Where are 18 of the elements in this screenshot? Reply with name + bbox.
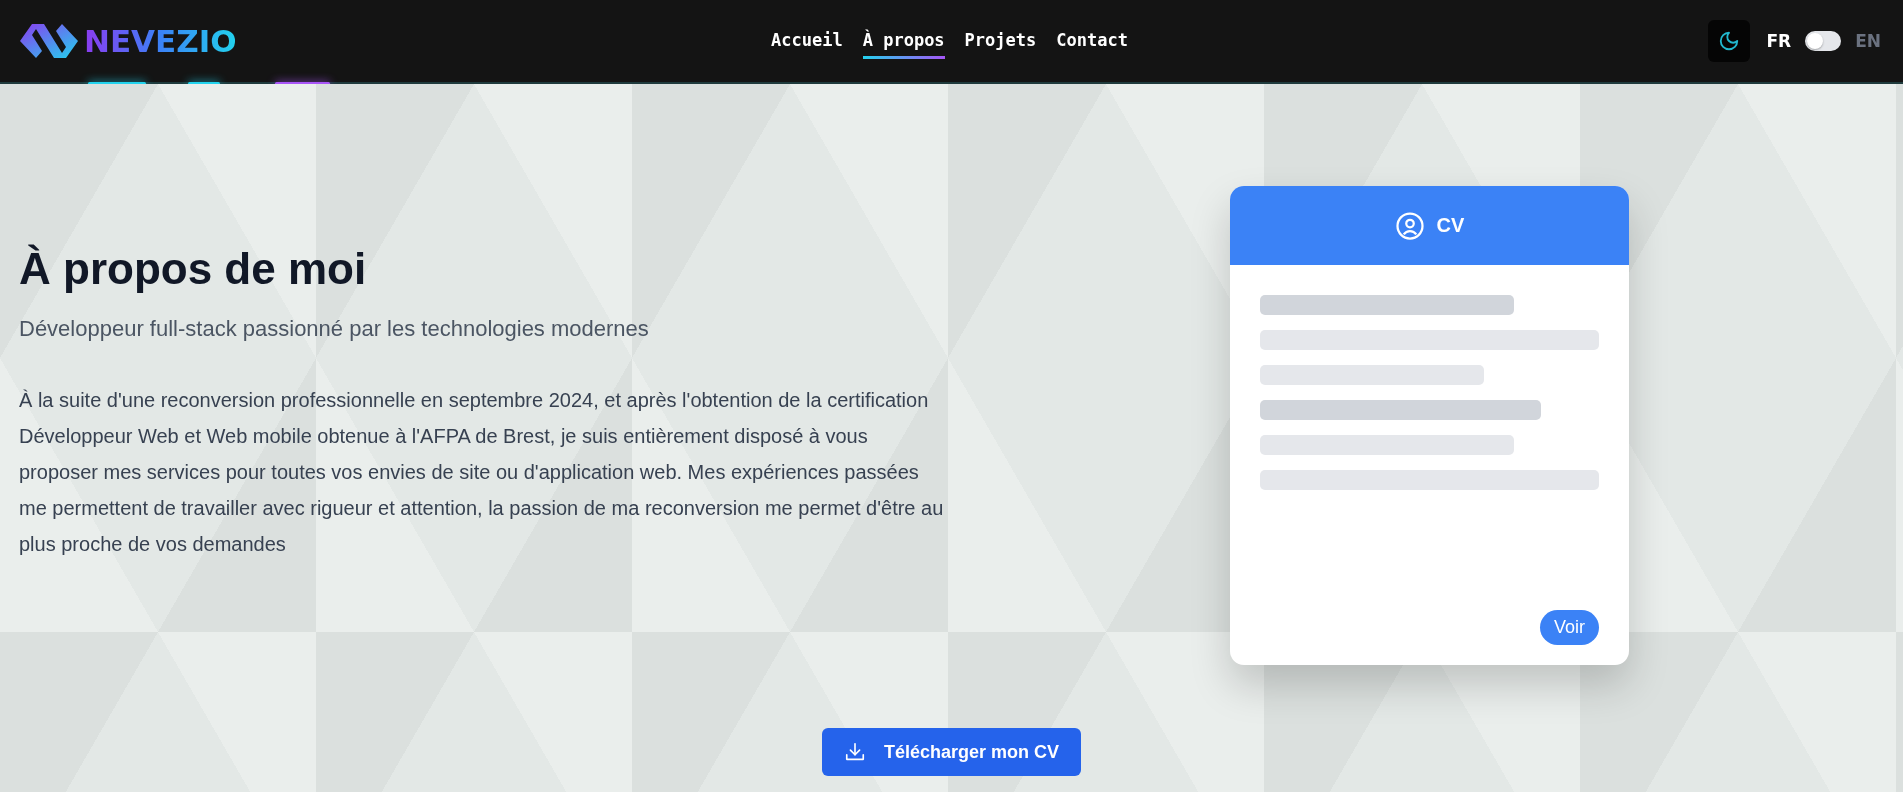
download-icon (843, 741, 866, 763)
nav-link[interactable]: Accueil (771, 23, 843, 59)
download-cv-button[interactable]: Télécharger mon CV (821, 728, 1082, 776)
language-toggle[interactable] (1805, 31, 1842, 51)
page-title: À propos de moi (19, 244, 368, 294)
theme-toggle-button[interactable] (1708, 20, 1751, 62)
moon-icon (1718, 30, 1741, 52)
view-button[interactable]: Voir (1539, 610, 1599, 645)
nav-link[interactable]: Contact (1056, 23, 1128, 59)
card-title: CV (1436, 214, 1465, 237)
logo-icon (18, 21, 80, 61)
user-circle-icon (1394, 210, 1425, 241)
nav-link[interactable]: Projets (964, 23, 1037, 59)
about-paragraph: À la suite d'une reconversion professionnelle en septembre 2024, et après l'obtention de la certification Développeur Web et Web mobile obtenue à l'AFPA de Brest, je suis entièrement disposé à vous proposer mes services pour toutes vos envies de site ou d'application web. Mes expériences passées me permettent de travailler avec rigueur et attention, la passion de ma reconversion me permet d'être au plus proche de vos demandes (19, 388, 944, 557)
nav-link[interactable]: À propos (862, 23, 945, 59)
language-label: EN (1855, 31, 1881, 51)
subtitle: Développeur full-stack passionné par les technologies modernes (19, 316, 650, 342)
language-label: FR (1766, 31, 1792, 51)
